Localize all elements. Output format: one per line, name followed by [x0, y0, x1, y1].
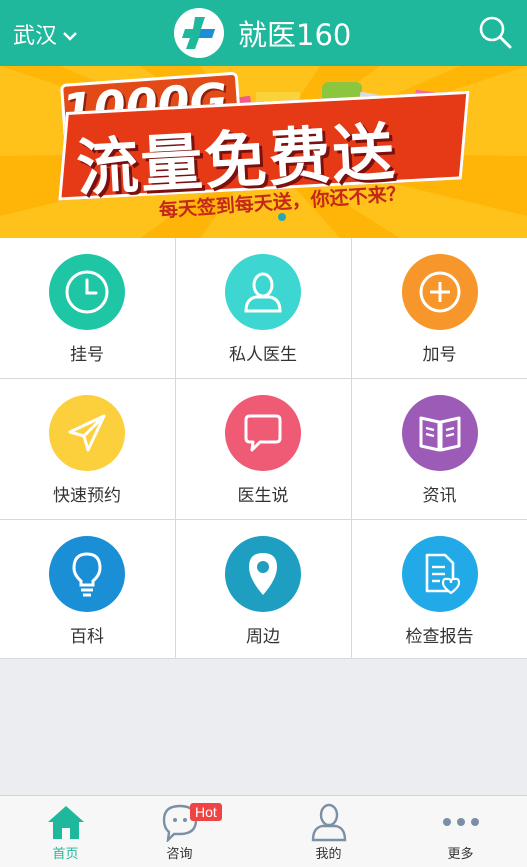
grid-item-doctor-says[interactable]: 医生说 — [176, 379, 350, 518]
tab-label: 咨询 — [166, 847, 193, 862]
paper-plane-icon — [49, 395, 125, 471]
app-logo-icon — [174, 8, 224, 58]
grid-item-label: 挂号 — [70, 345, 104, 365]
grid-item-extra-slot[interactable]: 加号 — [352, 238, 527, 377]
city-selector[interactable]: 武汉 — [13, 18, 77, 50]
home-icon — [46, 802, 86, 842]
tab-home[interactable]: 首页 — [0, 796, 131, 867]
grid-divider — [0, 378, 527, 379]
grid-item-registration[interactable]: 挂号 — [0, 238, 174, 377]
app-brand: 就医160 — [174, 8, 351, 58]
search-icon[interactable] — [477, 14, 513, 50]
tab-mine[interactable]: 我的 — [263, 796, 394, 867]
grid-item-label: 资讯 — [422, 486, 457, 506]
grid-item-label: 医生说 — [237, 486, 289, 506]
plus-circle-icon — [401, 254, 478, 330]
doctor-person-icon — [225, 254, 301, 330]
open-book-icon — [401, 395, 478, 471]
report-heart-icon — [401, 536, 478, 612]
grid-item-test-report[interactable]: 检查报告 — [352, 520, 527, 659]
grid-item-news[interactable]: 资讯 — [352, 379, 527, 518]
tab-label: 我的 — [315, 847, 342, 862]
grid-item-label: 百科 — [70, 627, 104, 647]
grid-divider — [0, 658, 527, 659]
clock-icon — [49, 254, 125, 330]
app-title: 就医160 — [238, 18, 352, 52]
grid-item-quick-booking[interactable]: 快速预约 — [0, 379, 174, 518]
grid-item-nearby[interactable]: 周边 — [176, 520, 350, 659]
grid-item-label: 检查报告 — [405, 627, 474, 647]
speech-bubble-icon — [225, 395, 301, 471]
tab-label: 首页 — [52, 847, 79, 862]
grid-divider — [175, 238, 176, 658]
grid-item-label: 私人医生 — [229, 345, 297, 365]
grid-divider — [351, 238, 352, 658]
chevron-down-icon — [63, 22, 77, 47]
top-bar: 武汉 就医160 — [0, 0, 527, 66]
grid-item-label: 周边 — [246, 627, 280, 647]
banner-page-indicator[interactable] — [278, 213, 286, 221]
city-label: 武汉 — [13, 24, 58, 49]
grid-item-label: 快速预约 — [53, 486, 121, 506]
grid-item-encyclopedia[interactable]: 百科 — [0, 520, 174, 659]
bottom-tab-bar: 首页 Hot 咨询 我的 更多 — [0, 795, 527, 867]
grid-item-private-doctor[interactable]: 私人医生 — [176, 238, 350, 377]
more-dots-icon — [441, 802, 481, 842]
grid-divider — [0, 519, 527, 520]
tab-more[interactable]: 更多 — [395, 796, 526, 867]
hot-badge: Hot — [190, 803, 222, 821]
user-icon — [309, 802, 349, 842]
map-pin-icon — [225, 536, 301, 612]
lightbulb-icon — [49, 536, 125, 612]
tab-label: 更多 — [447, 847, 474, 862]
grid-item-label: 加号 — [422, 345, 457, 365]
tab-consult[interactable]: Hot 咨询 — [114, 796, 245, 867]
